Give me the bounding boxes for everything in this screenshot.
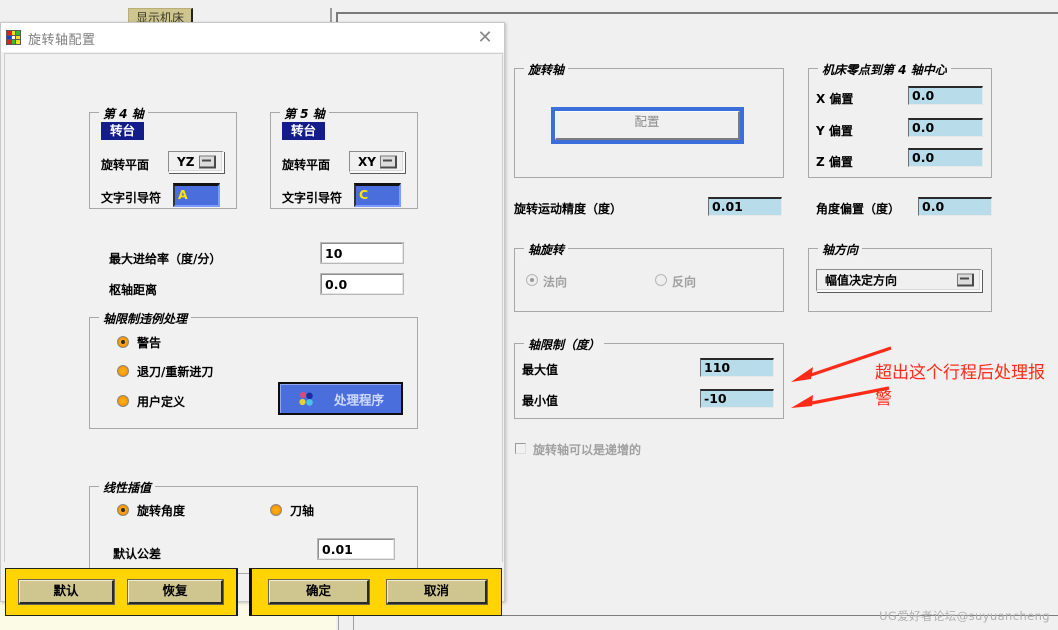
axis-4-plane-label: 旋转平面: [101, 158, 150, 172]
axis-limit-min-label: 最小值: [522, 394, 559, 408]
axis-direction-value: 幅值决定方向: [825, 273, 898, 288]
group-axis-limits-legend: 轴限制（度）: [524, 336, 605, 353]
axis-4-plane-combobox[interactable]: YZ: [168, 151, 224, 173]
x-offset-field[interactable]: 0.0: [908, 86, 983, 105]
group-rotary-axis-legend: 旋转轴: [524, 61, 569, 78]
defaults-button[interactable]: 默认: [18, 579, 115, 605]
y-offset-field[interactable]: 0.0: [908, 118, 983, 137]
angle-offset-field[interactable]: 0.0: [918, 197, 992, 216]
gears-icon: [299, 391, 313, 406]
group-axis-direction-legend: 轴方向: [818, 241, 863, 258]
axis-limit-min-field[interactable]: -10: [700, 389, 774, 408]
default-tolerance-field[interactable]: 0.01: [317, 538, 395, 560]
radio-rotation-angle-label: 旋转角度: [137, 504, 186, 518]
axis-limit-max-field[interactable]: 110: [700, 358, 774, 377]
axis-4-leader-field[interactable]: A: [173, 183, 220, 207]
axis-4-leader-label: 文字引导符: [101, 191, 162, 205]
group-limit-violation-legend: 轴限制违例处理: [99, 310, 192, 327]
handler-button-label: 处理程序: [334, 392, 385, 407]
radio-reverse-direction: [655, 274, 667, 286]
close-icon[interactable]: ✕: [474, 27, 496, 48]
ok-button[interactable]: 确定: [268, 579, 370, 605]
axis-5-plane-label: 旋转平面: [282, 158, 331, 172]
default-tolerance-label: 默认公差: [113, 547, 162, 561]
chevron-down-icon: [199, 155, 216, 168]
rotary-axis-config-dialog: 旋转轴配置 ✕ 第 4 轴 转台 旋转平面 YZ 文字引导符 A 第 5 轴 转…: [0, 22, 505, 616]
dialog-left-button-bar: 默认 恢复: [5, 568, 238, 616]
chevron-down-icon: [380, 155, 397, 168]
z-offset-label: Z 偏置: [816, 155, 853, 169]
watermark: UG爱好者论坛@suyuancheng: [879, 609, 1050, 623]
dialog-right-button-bar: 确定 取消: [249, 568, 502, 616]
radio-user-defined[interactable]: [117, 395, 129, 407]
incremental-rotary-label: 旋转轴可以是递增的: [533, 443, 642, 457]
max-feed-field[interactable]: 10: [320, 242, 404, 264]
dialog-titlebar[interactable]: 旋转轴配置 ✕: [1, 23, 504, 52]
y-offset-label: Y 偏置: [816, 124, 853, 138]
config-button-label: 配置: [555, 111, 740, 140]
motion-accuracy-field[interactable]: 0.01: [708, 197, 782, 216]
dialog-title: 旋转轴配置: [28, 33, 96, 48]
pivot-distance-label: 枢轴距离: [109, 283, 158, 297]
radio-normal-direction-label: 法向: [543, 275, 568, 289]
radio-user-defined-label: 用户定义: [137, 395, 186, 409]
annotation-text: 超出这个行程后处理报警: [875, 363, 1045, 409]
group-axis-4-legend: 第 4 轴: [99, 105, 148, 122]
pivot-distance-field[interactable]: 0.0: [320, 273, 404, 295]
cancel-button[interactable]: 取消: [386, 579, 488, 605]
motion-accuracy-label: 旋转运动精度（度）: [514, 202, 623, 216]
radio-retract-reengage-label: 退刀/重新进刀: [137, 365, 214, 379]
axis-4-plane-value: YZ: [177, 154, 195, 169]
z-offset-field[interactable]: 0.0: [908, 148, 983, 167]
radio-warning[interactable]: [117, 336, 129, 348]
radio-warning-label: 警告: [137, 336, 162, 350]
chevron-down-icon: [957, 273, 974, 287]
axis-5-leader-field[interactable]: C: [354, 183, 401, 207]
restore-button[interactable]: 恢复: [127, 579, 224, 605]
axis-limit-max-label: 最大值: [522, 363, 559, 377]
x-offset-label: X 偏置: [816, 92, 854, 106]
radio-normal-direction: [526, 274, 538, 286]
radio-reverse-direction-label: 反向: [672, 275, 697, 289]
axis-5-leader-label: 文字引导符: [282, 191, 343, 205]
config-button[interactable]: 配置: [551, 107, 744, 144]
axis-5-plane-combobox[interactable]: XY: [349, 151, 405, 173]
axis-direction-combobox[interactable]: 幅值决定方向: [816, 269, 982, 292]
app-grid-icon: [6, 30, 21, 45]
axis-5-type-chip[interactable]: 转台: [282, 122, 326, 140]
radio-rotation-angle[interactable]: [117, 504, 129, 516]
handler-button[interactable]: 处理程序: [278, 382, 403, 415]
angle-offset-label: 角度偏置（度）: [816, 202, 901, 216]
max-feed-label: 最大进给率（度/分）: [109, 252, 222, 266]
group-zero-to-axis-center-legend: 机床零点到第 4 轴中心: [818, 61, 951, 78]
radio-retract-reengage[interactable]: [117, 365, 129, 377]
dialog-body: 第 4 轴 转台 旋转平面 YZ 文字引导符 A 第 5 轴 转台 旋转平面 X…: [4, 53, 503, 574]
group-axis-rotation-legend: 轴旋转: [524, 241, 569, 258]
group-linear-interpolation-legend: 线性插值: [99, 479, 156, 496]
axis-5-plane-value: XY: [358, 154, 376, 169]
group-axis-5-legend: 第 5 轴: [280, 105, 329, 122]
radio-tool-axis[interactable]: [270, 504, 282, 516]
incremental-rotary-checkbox[interactable]: [515, 443, 526, 454]
axis-4-type-chip[interactable]: 转台: [101, 122, 145, 140]
radio-tool-axis-label: 刀轴: [290, 504, 315, 518]
